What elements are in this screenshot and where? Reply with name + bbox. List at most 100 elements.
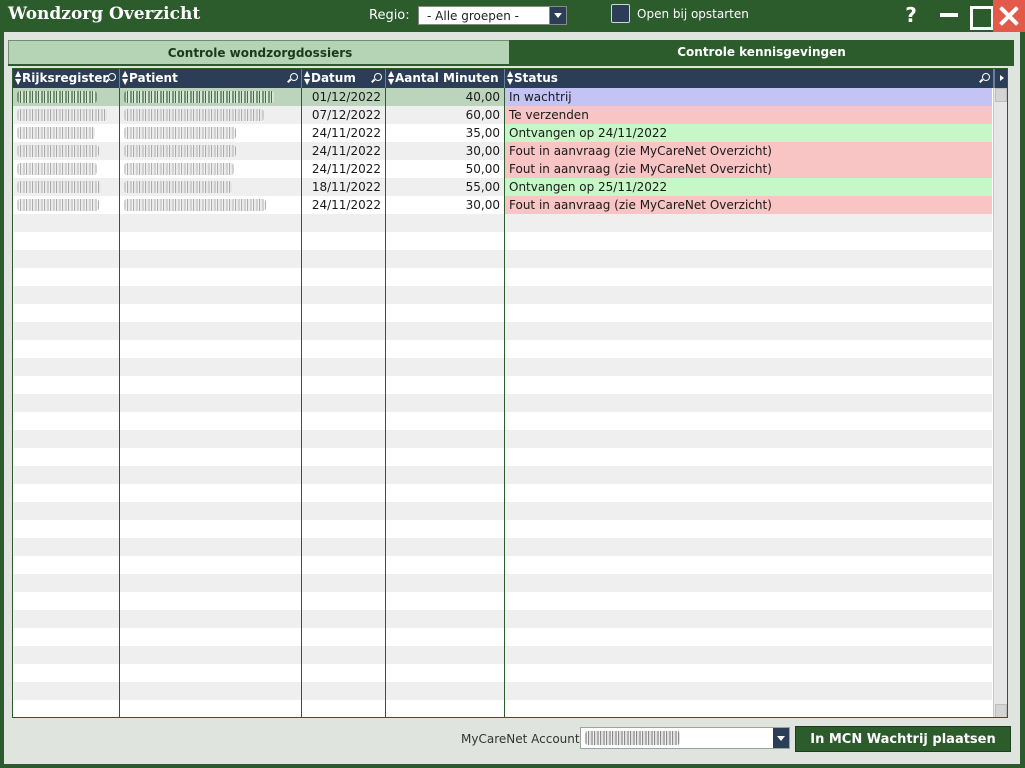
redacted-rijksregister	[17, 91, 97, 103]
cell-datum: 24/11/2022	[311, 198, 381, 212]
column-header-label: Aantal Minuten	[395, 71, 499, 85]
cell-aantal-minuten: 55,00	[465, 180, 500, 194]
records-grid[interactable]: ▲ ▼ Rijksregister ▲ ▼ Patient ▲ ▼ Datum ▲ ▼ …	[12, 68, 1008, 718]
empty-table-row	[13, 664, 992, 682]
minimize-icon[interactable]	[934, 0, 964, 30]
empty-table-row	[13, 250, 992, 268]
open-bij-opstarten-label[interactable]: Open bij opstarten	[637, 7, 749, 21]
redacted-patient	[124, 145, 236, 157]
empty-table-row	[13, 286, 992, 304]
cell-status: Fout in aanvraag (zie MyCareNet Overzich…	[505, 142, 992, 160]
empty-table-row	[13, 520, 992, 538]
mycarenet-account-select[interactable]	[580, 727, 790, 749]
cell-aantal-minuten: 40,00	[465, 90, 500, 104]
empty-table-row	[13, 232, 992, 250]
redacted-rijksregister	[17, 145, 99, 157]
sort-icon[interactable]: ▲ ▼	[388, 70, 394, 86]
search-icon[interactable]	[982, 73, 990, 81]
empty-table-row	[13, 538, 992, 556]
empty-table-row	[13, 376, 992, 394]
maximize-icon[interactable]	[964, 0, 994, 30]
regio-select[interactable]: - Alle groepen -	[418, 6, 567, 25]
open-bij-opstarten-checkbox[interactable]	[611, 4, 630, 23]
cell-datum: 01/12/2022	[311, 90, 381, 104]
search-icon[interactable]	[290, 73, 298, 81]
table-row[interactable]: 24/11/2022 50,00 Fout in aanvraag (zie MyC…	[13, 160, 992, 178]
empty-table-row	[13, 448, 992, 466]
redacted-patient	[124, 127, 236, 139]
cell-rijksregister	[13, 196, 119, 214]
close-icon[interactable]	[993, 0, 1025, 32]
vertical-scrollbar[interactable]	[993, 88, 1007, 717]
table-row[interactable]: 24/11/2022 30,00 Fout in aanvraag (zie MyC…	[13, 196, 992, 214]
cell-patient	[120, 88, 301, 106]
cell-status: Fout in aanvraag (zie MyCareNet Overzich…	[505, 196, 992, 214]
empty-table-row	[13, 556, 992, 574]
cell-rijksregister	[13, 106, 119, 124]
sort-icon[interactable]: ▲ ▼	[15, 70, 21, 86]
help-button[interactable]: ?	[896, 0, 926, 30]
sort-icon[interactable]: ▲ ▼	[507, 70, 513, 86]
empty-table-row	[13, 466, 992, 484]
scrollbar-thumb[interactable]	[995, 88, 1007, 102]
table-row[interactable]: 01/12/2022 40,00 In wachtrij	[13, 88, 992, 106]
empty-table-row	[13, 340, 992, 358]
sort-icon[interactable]: ▲ ▼	[122, 70, 128, 86]
empty-table-row	[13, 628, 992, 646]
cell-datum: 18/11/2022	[311, 180, 381, 194]
regio-label: Regio:	[369, 8, 410, 23]
cell-patient	[120, 124, 301, 142]
queue-mcn-button[interactable]: In MCN Wachtrij plaatsen	[795, 726, 1011, 752]
cell-datum: 24/11/2022	[311, 144, 381, 158]
column-header-status[interactable]: ▲ ▼ Status	[505, 69, 994, 88]
scrollbar-bottom-button[interactable]	[995, 704, 1007, 717]
table-row[interactable]: 07/12/2022 60,00 Te verzenden	[13, 106, 992, 124]
cell-rijksregister	[13, 88, 119, 106]
table-row[interactable]: 24/11/2022 30,00 Fout in aanvraag (zie MyC…	[13, 142, 992, 160]
column-header-label: Rijksregister	[22, 71, 109, 85]
empty-table-row	[13, 394, 992, 412]
main-panel: Controle wondzorgdossiers Controle kenni…	[4, 32, 1020, 764]
redacted-rijksregister	[17, 163, 97, 175]
chevron-right-icon[interactable]	[994, 69, 1007, 88]
search-icon[interactable]	[108, 73, 116, 81]
redacted-rijksregister	[17, 199, 99, 211]
tab-controle-wondzorgdossiers[interactable]: Controle wondzorgdossiers	[8, 40, 512, 65]
chevron-down-icon[interactable]	[549, 7, 566, 24]
empty-table-row	[13, 700, 992, 717]
column-header-patient[interactable]: ▲ ▼ Patient	[120, 69, 302, 88]
cell-datum: 24/11/2022	[311, 126, 381, 140]
table-row[interactable]: 18/11/2022 55,00 Ontvangen op 25/11/2022	[13, 178, 992, 196]
cell-patient	[120, 106, 301, 124]
cell-patient	[120, 160, 301, 178]
empty-table-row	[13, 214, 992, 232]
cell-aantal-minuten: 60,00	[465, 108, 500, 122]
empty-table-row	[13, 646, 992, 664]
empty-table-row	[13, 502, 992, 520]
cell-rijksregister	[13, 160, 119, 178]
grid-header: ▲ ▼ Rijksregister ▲ ▼ Patient ▲ ▼ Datum ▲ ▼ …	[13, 69, 1007, 88]
empty-table-row	[13, 574, 992, 592]
title-bar: Wondzorg Overzicht Regio: - Alle groepen…	[0, 0, 1025, 32]
redacted-rijksregister	[17, 109, 107, 121]
column-divider	[504, 88, 505, 717]
redacted-rijksregister	[17, 127, 95, 139]
cell-status: In wachtrij	[505, 88, 992, 106]
column-header-label: Datum	[311, 71, 356, 85]
empty-table-row	[13, 358, 992, 376]
tab-controle-kennisgevingen[interactable]: Controle kennisgevingen	[509, 40, 1014, 65]
column-header-datum[interactable]: ▲ ▼ Datum	[302, 69, 386, 88]
search-icon[interactable]	[374, 73, 382, 81]
cell-aantal-minuten: 50,00	[465, 162, 500, 176]
table-row[interactable]: 24/11/2022 35,00 Ontvangen op 24/11/2022	[13, 124, 992, 142]
column-header-aantal-minuten[interactable]: ▲ ▼ Aantal Minuten	[386, 69, 505, 88]
redacted-patient	[124, 163, 234, 175]
column-header-rijksregister[interactable]: ▲ ▼ Rijksregister	[13, 69, 120, 88]
empty-table-row	[13, 682, 992, 700]
column-header-label: Patient	[129, 71, 178, 85]
chevron-down-icon[interactable]	[773, 728, 789, 748]
sort-icon[interactable]: ▲ ▼	[304, 70, 310, 86]
empty-table-row	[13, 322, 992, 340]
cell-rijksregister	[13, 142, 119, 160]
empty-table-row	[13, 484, 992, 502]
